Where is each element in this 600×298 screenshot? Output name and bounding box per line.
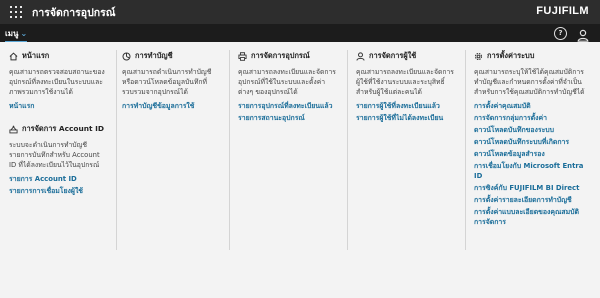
pie-chart-icon bbox=[122, 51, 131, 61]
section-description: คุณสามารถลงทะเบียนและจัดการผู้ใช้ที่ใช้ง… bbox=[356, 68, 454, 96]
link-account-id-list[interactable]: รายการ Account ID bbox=[9, 174, 107, 184]
column-users: การจัดการผู้ใช้ คุณสามารถลงทะเบียนและจัด… bbox=[356, 50, 462, 298]
section-account-id: การจัดการ Account ID ระบบจะดำเนินการทำบั… bbox=[9, 123, 107, 196]
chevron-down-icon: ⌄ bbox=[20, 29, 28, 38]
link-usage-accounting[interactable]: การทำบัญชีข้อมูลการใช้ bbox=[122, 101, 220, 111]
section-description: คุณสามารถตรวจสอบสถานะของอุปกรณ์ที่ลงทะเบ… bbox=[9, 68, 105, 96]
section-description: คุณสามารถระบุให้ใช้ได้คุณสมบัติการทำบัญช… bbox=[474, 68, 585, 96]
section-title: การตั้งค่าระบบ bbox=[487, 51, 535, 60]
user-account-icon[interactable] bbox=[577, 27, 589, 42]
section-title: การจัดการผู้ใช้ bbox=[369, 51, 417, 60]
user-icon bbox=[356, 51, 365, 61]
link-advanced-management-settings[interactable]: การตั้งค่าแบบละเอียดของคุณสมบัติการจัดกา… bbox=[474, 207, 590, 227]
link-registered-users[interactable]: รายการผู้ใช้ที่ลงทะเบียนแล้ว bbox=[356, 101, 456, 111]
link-download-system-event-log[interactable]: ดาวน์โหลดบันทึกระบบที่เกิดการ bbox=[474, 137, 590, 147]
column-divider bbox=[465, 50, 466, 250]
section-description: ระบบจะดำเนินการทำบัญชีรายการบันทึกสำหรับ… bbox=[9, 141, 100, 169]
account-id-icon bbox=[9, 125, 18, 133]
link-fujifilm-bi-direct[interactable]: การซิงค์กับ FUJIFILM BI Direct bbox=[474, 183, 590, 193]
home-icon bbox=[9, 51, 18, 60]
menu-dropdown-button[interactable]: เมนู ⌄ bbox=[5, 27, 28, 43]
link-home[interactable]: หน้าแรก bbox=[9, 101, 107, 111]
link-settings-groups[interactable]: การจัดการกลุ่มการตั้งค่า bbox=[474, 113, 590, 123]
column-divider bbox=[347, 50, 348, 250]
app-title: การจัดการอุปกรณ์ bbox=[32, 7, 116, 19]
printer-icon bbox=[238, 51, 247, 61]
column-billing: การทำบัญชี คุณสามารถดำเนินการทำบัญชีหรือ… bbox=[122, 50, 226, 298]
link-registered-devices[interactable]: รายการอุปกรณ์ที่ลงทะเบียนแล้ว bbox=[238, 101, 338, 111]
app-launcher-icon[interactable] bbox=[9, 5, 23, 19]
section-description: คุณสามารถดำเนินการทำบัญชีหรือดาวน์โหลดข้… bbox=[122, 68, 212, 96]
link-device-status[interactable]: รายการสถานะอุปกรณ์ bbox=[238, 113, 338, 123]
brand-logo: FUJIFILM bbox=[536, 5, 589, 17]
link-microsoft-entra-id[interactable]: การเชื่อมโยงกับ Microsoft Entra ID bbox=[474, 161, 590, 181]
column-divider bbox=[116, 50, 117, 250]
link-user-association-list[interactable]: รายการการเชื่อมโยงผู้ใช้ bbox=[9, 186, 107, 196]
column-home-account: หน้าแรก คุณสามารถตรวจสอบสถานะของอุปกรณ์ท… bbox=[9, 50, 113, 298]
link-download-backup[interactable]: ดาวน์โหลดข้อมูลสำรอง bbox=[474, 149, 590, 159]
column-settings: การตั้งค่าระบบ คุณสามารถระบุให้ใช้ได้คุณ… bbox=[474, 50, 596, 298]
section-description: คุณสามารถลงทะเบียนและจัดการอุปกรณ์ที่ใช้… bbox=[238, 68, 336, 96]
column-divider bbox=[229, 50, 230, 250]
link-accounting-details[interactable]: การตั้งค่ารายละเอียดการทำบัญชี bbox=[474, 195, 590, 205]
gear-icon bbox=[474, 52, 483, 60]
link-download-system-log[interactable]: ดาวน์โหลดบันทึกของระบบ bbox=[474, 125, 590, 135]
column-devices: การจัดการอุปกรณ์ คุณสามารถลงทะเบียนและจั… bbox=[238, 50, 344, 298]
menu-label: เมนู bbox=[5, 29, 19, 38]
help-icon[interactable]: ? bbox=[554, 27, 567, 40]
section-title: การจัดการ Account ID bbox=[22, 124, 104, 133]
link-unregistered-users[interactable]: รายการผู้ใช้ที่ไม่ได้ลงทะเบียน bbox=[356, 113, 456, 123]
menu-bar: เมนู ⌄ ? bbox=[0, 24, 600, 43]
section-title: การจัดการอุปกรณ์ bbox=[251, 51, 310, 60]
section-title: หน้าแรก bbox=[22, 51, 50, 60]
top-bar: การจัดการอุปกรณ์ FUJIFILM bbox=[0, 0, 600, 24]
section-title: การทำบัญชี bbox=[135, 51, 173, 60]
link-feature-settings[interactable]: การตั้งค่าคุณสมบัติ bbox=[474, 101, 590, 111]
section-home: หน้าแรก คุณสามารถตรวจสอบสถานะของอุปกรณ์ท… bbox=[9, 50, 107, 111]
